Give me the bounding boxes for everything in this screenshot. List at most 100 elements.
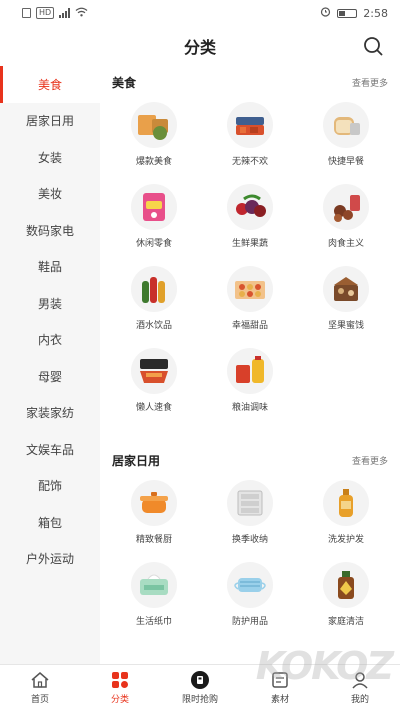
sidebar-item-label: 家装家纺 (25, 406, 74, 421)
sidebar-item-label: 数码家电 (25, 223, 74, 238)
bread-icon (323, 102, 369, 148)
sidebar-item-food[interactable]: 美食 (0, 66, 100, 103)
sidebar-item-shoes[interactable]: 鞋品 (0, 249, 100, 286)
sidebar-item-home-textiles[interactable]: 家装家纺 (0, 395, 100, 432)
subcategory-item[interactable]: 精致餐厨 (106, 476, 202, 558)
header: 分类 (0, 26, 400, 66)
view-more-link[interactable]: 查看更多 (352, 76, 388, 89)
tab-label: 首页 (30, 695, 49, 705)
subcategory-label: 粮油调味 (231, 403, 268, 413)
subcategory-item[interactable]: 爆款美食 (106, 98, 202, 180)
bottom-tab-bar: 首页 分类 限时抢购 素材 我的 (0, 664, 400, 710)
sidebar-item-beauty[interactable]: 美妆 (0, 176, 100, 213)
sidebar-item-underwear[interactable]: 内衣 (0, 322, 100, 359)
subcategory-label: 肉食主义 (327, 239, 364, 249)
sidebar-item-label: 文娱车品 (25, 442, 74, 457)
status-left: HD (22, 7, 88, 20)
sidebar-item-label: 鞋品 (37, 260, 62, 275)
search-icon[interactable] (362, 35, 384, 57)
subcategory-label: 生鲜果蔬 (231, 239, 268, 249)
material-icon (269, 670, 291, 690)
drinks-icon (131, 266, 177, 312)
mask-icon (227, 562, 273, 608)
subcategory-item[interactable]: 快捷早餐 (298, 98, 394, 180)
subcategory-item[interactable]: 洗发护发 (298, 476, 394, 558)
subcategory-item[interactable]: 幸福甜品 (202, 262, 298, 344)
status-bar: HD 2:58 (0, 0, 400, 26)
instant-food-icon (131, 348, 177, 394)
subcategory-label: 精致餐厨 (135, 535, 172, 545)
sidebar-item-accessories[interactable]: 配饰 (0, 468, 100, 505)
subcategory-label: 生活纸巾 (135, 617, 172, 627)
subcategory-item[interactable]: 肉食主义 (298, 180, 394, 262)
subcategory-item[interactable]: 无辣不欢 (202, 98, 298, 180)
subcategory-item[interactable]: 防护用品 (202, 558, 298, 640)
section-header-food: 美食 查看更多 (100, 66, 400, 98)
snack-bag-icon (131, 184, 177, 230)
nuts-icon (323, 266, 369, 312)
subcategory-item[interactable]: 坚果蜜饯 (298, 262, 394, 344)
spicy-meat-icon (227, 102, 273, 148)
subcategory-label: 爆款美食 (135, 157, 172, 167)
sidebar-item-womens-wear[interactable]: 女装 (0, 139, 100, 176)
subcategory-label: 换季收纳 (231, 535, 268, 545)
view-more-link[interactable]: 查看更多 (352, 454, 388, 467)
sidebar-item-label: 母婴 (37, 369, 62, 384)
tab-profile[interactable]: 我的 (320, 665, 400, 710)
sidebar-item-label: 男装 (37, 296, 62, 311)
category-sidebar: 美食 居家日用 女装 美妆 数码家电 鞋品 男装 内衣 母婴 家装家纺 文娱车品… (0, 66, 100, 664)
sidebar-item-label: 美妆 (37, 187, 62, 202)
sidebar-item-label: 美食 (37, 77, 62, 92)
sidebar-item-label: 居家日用 (25, 114, 74, 129)
sim-icon (22, 8, 31, 18)
sidebar-item-entertainment-car[interactable]: 文娱车品 (0, 431, 100, 468)
subcategory-label: 坚果蜜饯 (327, 321, 364, 331)
subcategory-item[interactable]: 懒人速食 (106, 344, 202, 426)
cooking-oil-icon (227, 348, 273, 394)
network-type-badge: HD (36, 7, 55, 19)
snack-food-icon (131, 102, 177, 148)
subcategory-item[interactable]: 休闲零食 (106, 180, 202, 262)
tab-label: 素材 (270, 695, 289, 705)
sidebar-item-label: 箱包 (37, 515, 62, 530)
fruit-icon (227, 184, 273, 230)
dessert-icon (227, 266, 273, 312)
section-divider (100, 426, 400, 444)
battery-icon (337, 8, 358, 18)
subcategory-item[interactable]: 粮油调味 (202, 344, 298, 426)
tab-material[interactable]: 素材 (240, 665, 320, 710)
sidebar-item-label: 户外运动 (25, 552, 74, 567)
wifi-icon (75, 7, 88, 20)
tissue-icon (131, 562, 177, 608)
sidebar-item-bags[interactable]: 箱包 (0, 504, 100, 541)
tab-category[interactable]: 分类 (80, 665, 160, 710)
subcategory-label: 无辣不欢 (231, 157, 268, 167)
pot-icon (131, 480, 177, 526)
sidebar-item-electronics[interactable]: 数码家电 (0, 212, 100, 249)
section-title: 居家日用 (112, 453, 161, 468)
subcategory-item[interactable]: 换季收纳 (202, 476, 298, 558)
status-right: 2:58 (320, 6, 388, 20)
subcategory-item[interactable]: 生鲜果蔬 (202, 180, 298, 262)
shampoo-icon (323, 480, 369, 526)
subcategory-grid-household: 精致餐厨 换季收纳 洗发护发 生活纸巾 防护用品 家庭清洁 (100, 476, 400, 640)
sidebar-item-household[interactable]: 居家日用 (0, 103, 100, 140)
tab-home[interactable]: 首页 (0, 665, 80, 710)
subcategory-label: 幸福甜品 (231, 321, 268, 331)
sidebar-item-label: 女装 (37, 150, 62, 165)
tab-label: 分类 (110, 695, 129, 705)
meat-icon (323, 184, 369, 230)
home-icon (29, 670, 51, 690)
sidebar-item-label: 内衣 (37, 333, 62, 348)
sidebar-item-baby[interactable]: 母婴 (0, 358, 100, 395)
subcategory-item[interactable]: 生活纸巾 (106, 558, 202, 640)
sidebar-item-mens-wear[interactable]: 男装 (0, 285, 100, 322)
subcategory-label: 酒水饮品 (135, 321, 172, 331)
profile-icon (349, 670, 371, 690)
subcategory-item[interactable]: 家庭清洁 (298, 558, 394, 640)
sidebar-item-outdoor[interactable]: 户外运动 (0, 541, 100, 578)
subcategory-item[interactable]: 酒水饮品 (106, 262, 202, 344)
tab-flash-sale[interactable]: 限时抢购 (160, 665, 240, 710)
category-icon (109, 670, 131, 690)
page-title: 分类 (183, 38, 216, 57)
